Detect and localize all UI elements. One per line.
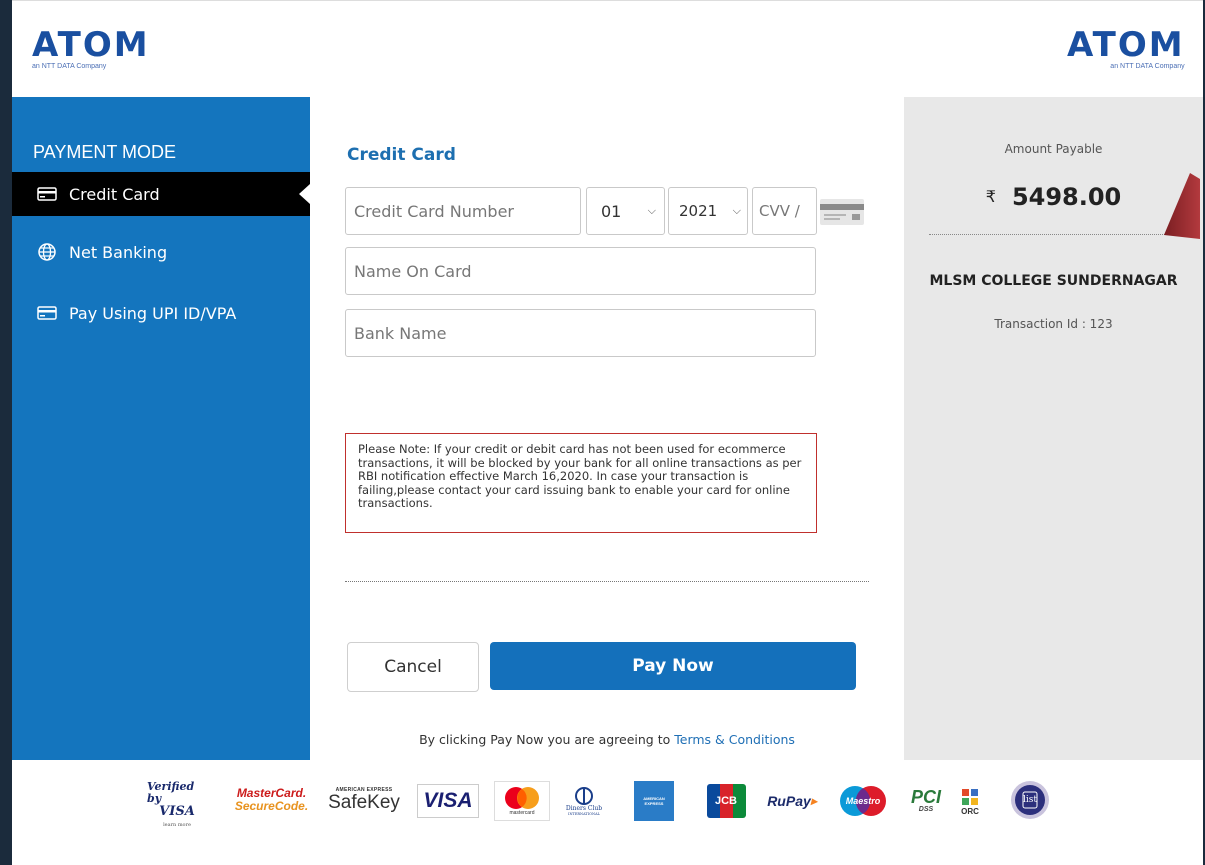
diners-line2: INTERNATIONAL <box>568 811 600 816</box>
card-back-icon <box>820 199 864 225</box>
form-title: Credit Card <box>347 145 456 165</box>
maestro-text: Maestro <box>845 796 881 806</box>
dss-text: DSS <box>918 806 934 813</box>
chevron-down-icon: ⌵ <box>732 204 741 217</box>
jcb-text: JCB <box>714 795 737 807</box>
sidebar-title: PAYMENT MODE <box>33 142 177 162</box>
orc-shield-icon <box>962 788 978 805</box>
expiry-year-select[interactable]: 2021 ⌵ <box>668 187 748 235</box>
bank-name-placeholder: Bank Name <box>354 323 447 343</box>
sidebar-item-label: Pay Using UPI ID/VPA <box>69 303 237 323</box>
merchant-name: MLSM COLLEGE SUNDERNAGAR <box>929 273 1178 289</box>
verified-by-visa-logo: Verified by VISA learn more <box>147 780 207 828</box>
rupay-text: RuPay <box>767 793 811 809</box>
transaction-id: Transaction Id : 123 <box>994 317 1113 331</box>
rbi-notice: Please Note: If your credit or debit car… <box>345 433 817 533</box>
orc-text: ORC <box>961 806 979 816</box>
amount-value: ₹5498.00 <box>904 183 1203 211</box>
vbv-line1: Verified by <box>147 779 195 805</box>
atom-logo-left: ATOM an NTT DATA Company <box>32 25 150 70</box>
list-text: list <box>1023 795 1037 805</box>
credit-card-icon <box>37 306 57 320</box>
expiry-month-value: 01 <box>601 201 622 221</box>
card-network-logos: Verified by VISA learn more MasterCard. … <box>12 760 1203 865</box>
sidebar-item-upi[interactable]: Pay Using UPI ID/VPA <box>12 291 310 335</box>
card-number-placeholder: Credit Card Number <box>354 201 514 221</box>
mastercard-text: mastercard <box>509 810 535 816</box>
page-header: ATOM an NTT DATA Company ATOM an NTT DAT… <box>12 0 1203 97</box>
payment-summary: Amount Payable ₹5498.00 MLSM COLLEGE SUN… <box>904 97 1203 760</box>
mastercard-circles-icon <box>505 787 539 809</box>
bank-name-input[interactable]: Bank Name <box>345 309 816 357</box>
card-number-input[interactable]: Credit Card Number <box>345 187 581 235</box>
expiry-year-value: 2021 <box>679 202 718 220</box>
cancel-button[interactable]: Cancel <box>347 642 479 692</box>
form-divider <box>345 581 869 582</box>
payment-form: Credit Card Credit Card Number 01 ⌵ 2021… <box>310 97 904 760</box>
credit-card-icon <box>37 187 57 201</box>
amex-text: AMERICAN EXPRESS <box>643 796 665 806</box>
visa-text: VISA <box>423 789 473 812</box>
chevron-down-icon: ⌵ <box>647 204 656 217</box>
cvv-input[interactable]: CVV / <box>752 187 817 235</box>
name-on-card-input[interactable]: Name On Card <box>345 247 816 295</box>
pay-now-button[interactable]: Pay Now <box>490 642 856 690</box>
globe-icon <box>38 243 56 261</box>
list-badge-logo: list <box>1010 780 1050 820</box>
logo-word: ATOM <box>1067 25 1185 65</box>
currency-symbol: ₹ <box>985 187 996 206</box>
mastercard-securecode-logo: MasterCard. SecureCode. <box>234 780 309 820</box>
rupay-arrow-icon: ▸ <box>810 794 817 808</box>
logo-word: ATOM <box>32 25 150 65</box>
mcsc-line2: SecureCode. <box>234 799 309 813</box>
vbv-line2: VISA <box>159 803 195 819</box>
summary-divider <box>929 234 1179 235</box>
sidebar-item-net-banking[interactable]: Net Banking <box>12 230 310 274</box>
maestro-logo: Maestro <box>830 781 896 821</box>
left-frame-border <box>0 0 12 865</box>
name-on-card-placeholder: Name On Card <box>354 261 472 281</box>
pointer-arrow-icon <box>1164 173 1200 239</box>
expiry-month-select[interactable]: 01 ⌵ <box>586 187 665 235</box>
diners-circle-icon <box>575 786 593 805</box>
terms-prefix: By clicking Pay Now you are agreeing to <box>419 732 671 747</box>
orc-logo: ORC <box>955 781 985 821</box>
pci-dss-logo: PCI DSS <box>900 781 952 821</box>
sidebar-item-credit-card[interactable]: Credit Card <box>12 172 310 216</box>
payment-mode-sidebar: PAYMENT MODE Credit Card Net Banking Pay… <box>12 97 310 760</box>
vbv-line3: learn more <box>163 821 191 828</box>
amex-safekey-logo: AMERICAN EXPRESS SafeKey <box>324 780 404 820</box>
jcb-logo: JCB <box>702 781 750 821</box>
amount-label: Amount Payable <box>1004 142 1103 156</box>
sidebar-item-label: Net Banking <box>69 242 168 262</box>
rupay-logo: RuPay ▸ <box>760 781 824 821</box>
visa-logo: VISA <box>417 784 479 818</box>
atom-logo-right: ATOM an NTT DATA Company <box>1067 25 1185 70</box>
pci-text: PCI <box>910 787 941 807</box>
terms-link[interactable]: Terms & Conditions <box>674 732 795 747</box>
mastercard-logo: mastercard <box>494 781 550 821</box>
terms-text: By clicking Pay Now you are agreeing to … <box>310 732 904 747</box>
amex-logo: AMERICAN EXPRESS <box>634 781 674 821</box>
diners-club-logo: Diners Club INTERNATIONAL <box>556 781 612 821</box>
cvv-placeholder: CVV / <box>759 202 800 220</box>
safekey-line2: SafeKey <box>328 792 400 813</box>
diners-line1: Diners Club <box>565 804 603 812</box>
sidebar-item-label: Credit Card <box>69 184 160 204</box>
amount-number: 5498.00 <box>1011 183 1122 211</box>
